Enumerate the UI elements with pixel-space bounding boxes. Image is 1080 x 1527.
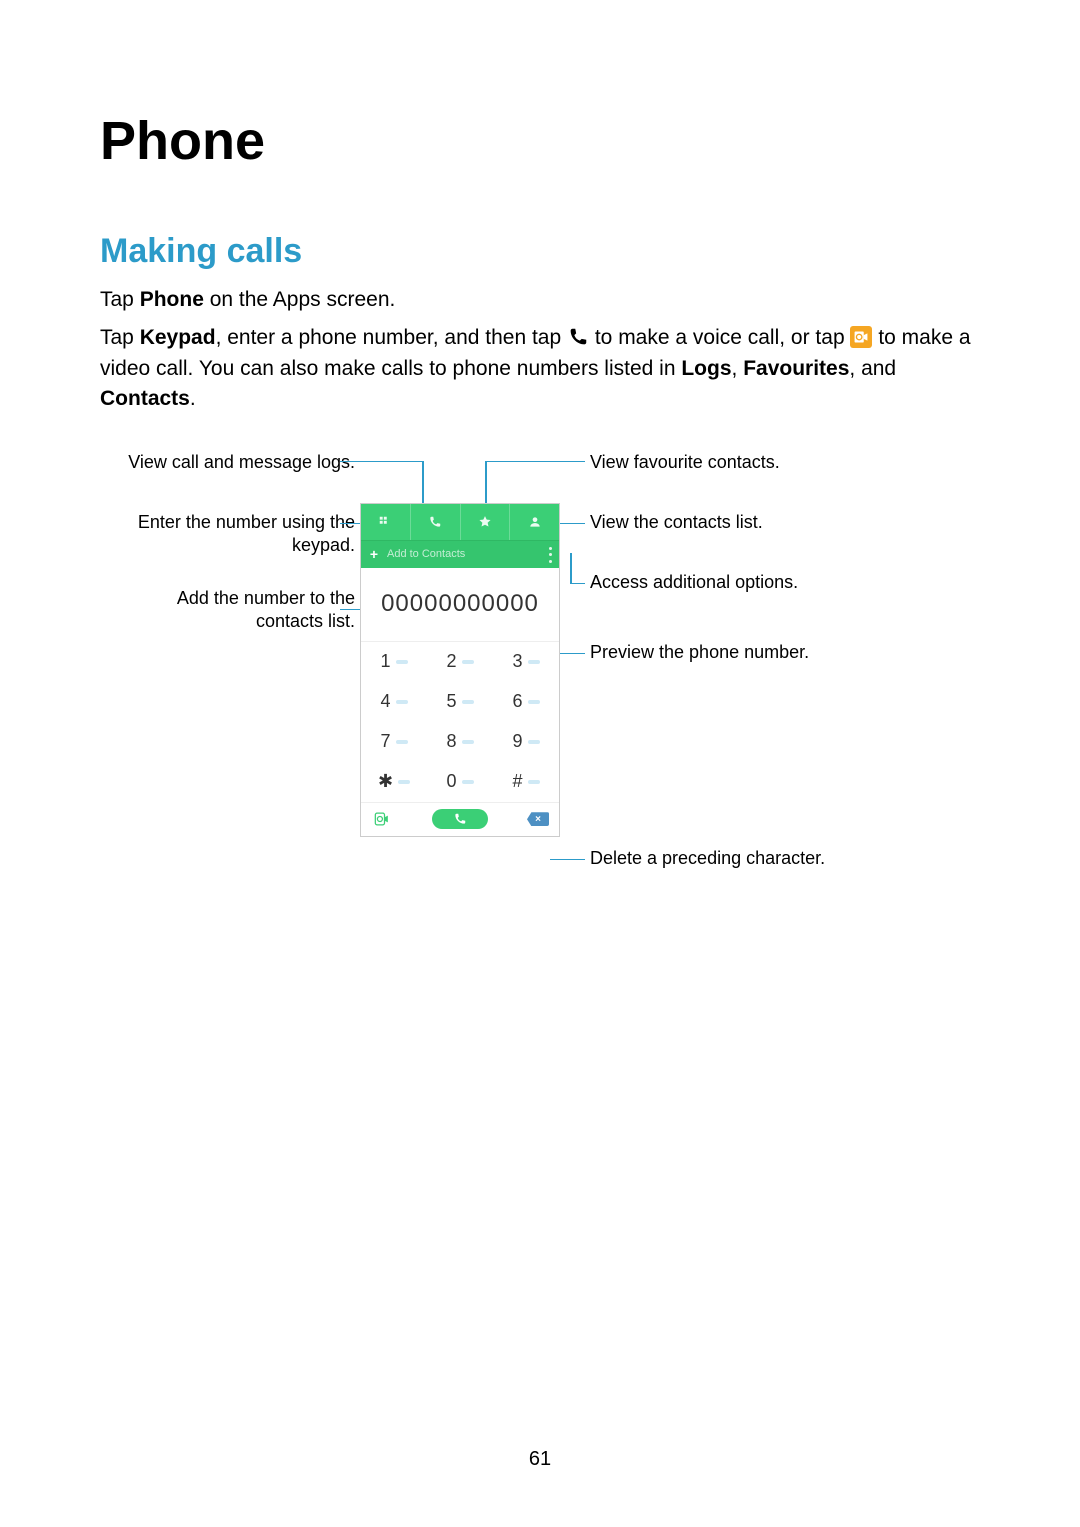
callout-favourites: View favourite contacts. [590, 451, 890, 474]
p2-text-i: , and [849, 357, 896, 380]
contacts-icon [528, 515, 542, 529]
p2-text-g: , [732, 357, 744, 380]
keypad-icon [378, 515, 392, 529]
callout-contacts-list: View the contacts list. [590, 511, 890, 534]
p2-text-k: . [190, 387, 196, 410]
tab-contacts[interactable] [510, 504, 559, 540]
phone-diagram: View call and message logs. Enter the nu… [100, 451, 980, 911]
number-display: 00000000000 [361, 568, 559, 642]
key-7[interactable]: 7 [361, 722, 427, 762]
phone-mockup: + Add to Contacts 00000000000 1 2 3 4 5 … [360, 503, 560, 837]
tab-keypad[interactable] [361, 504, 411, 540]
paragraph-2: Tap Keypad, enter a phone number, and th… [100, 323, 980, 414]
more-options-icon[interactable] [549, 545, 553, 565]
key-5[interactable]: 5 [427, 682, 493, 722]
key-1[interactable]: 1 [361, 642, 427, 682]
p2-text-d: to make a voice call, or tap [595, 326, 851, 349]
star-icon [478, 515, 492, 529]
callout-more-options: Access additional options. [590, 571, 890, 594]
callout-add-contacts: Add the number to the contacts list. [120, 587, 355, 634]
tab-favourites[interactable] [461, 504, 511, 540]
key-3[interactable]: 3 [493, 642, 559, 682]
p2-bold-keypad: Keypad [140, 326, 216, 349]
section-heading: Making calls [100, 232, 980, 271]
logs-icon [428, 515, 442, 529]
backspace-button[interactable] [527, 812, 549, 826]
p2-bold-contacts: Contacts [100, 387, 190, 410]
p1-text-c: on the Apps screen. [204, 288, 395, 311]
video-call-button[interactable] [371, 808, 393, 830]
tabs-bar [361, 504, 559, 540]
action-row [361, 802, 559, 836]
tab-logs[interactable] [411, 504, 461, 540]
key-star[interactable]: ✱ [361, 762, 427, 802]
callout-keypad: Enter the number using the keypad. [120, 511, 355, 558]
key-hash[interactable]: # [493, 762, 559, 802]
key-0[interactable]: 0 [427, 762, 493, 802]
p2-text-a: Tap [100, 326, 140, 349]
p2-bold-logs: Logs [681, 357, 731, 380]
plus-icon: + [367, 547, 381, 561]
callout-logs: View call and message logs. [120, 451, 355, 474]
p1-text-a: Tap [100, 288, 140, 311]
key-8[interactable]: 8 [427, 722, 493, 762]
page-title: Phone [100, 110, 980, 172]
p1-bold-phone: Phone [140, 288, 204, 311]
add-to-contacts-label: Add to Contacts [387, 548, 465, 560]
p2-text-c: , enter a phone number, and then tap [216, 326, 567, 349]
callout-preview-number: Preview the phone number. [590, 641, 890, 664]
key-4[interactable]: 4 [361, 682, 427, 722]
video-call-icon [850, 326, 872, 348]
page-number: 61 [0, 1448, 1080, 1471]
p2-bold-favs: Favourites [743, 357, 849, 380]
key-9[interactable]: 9 [493, 722, 559, 762]
add-to-contacts-row[interactable]: + Add to Contacts [361, 540, 559, 568]
key-6[interactable]: 6 [493, 682, 559, 722]
phone-call-icon [567, 326, 589, 348]
key-2[interactable]: 2 [427, 642, 493, 682]
callout-delete-char: Delete a preceding character. [590, 847, 890, 870]
paragraph-1: Tap Phone on the Apps screen. [100, 285, 980, 315]
call-button[interactable] [432, 809, 488, 829]
keypad-grid: 1 2 3 4 5 6 7 8 9 ✱ 0 # [361, 642, 559, 802]
